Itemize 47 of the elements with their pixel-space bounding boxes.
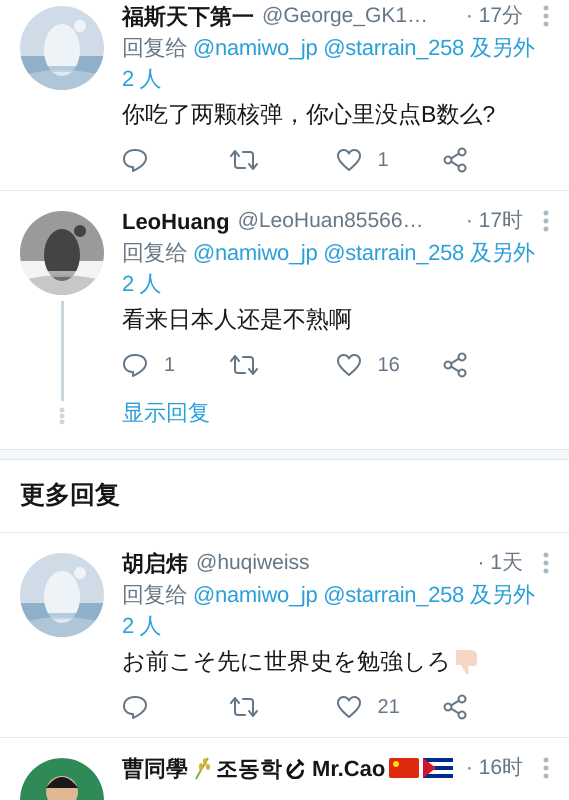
share-icon[interactable] — [442, 352, 468, 378]
flag-icon — [389, 758, 420, 778]
retweet-icon[interactable] — [228, 353, 259, 377]
post-time: · 17时 — [464, 208, 523, 234]
heart-icon[interactable] — [336, 353, 362, 377]
section-title: 更多回复 — [20, 480, 120, 512]
mention-link[interactable]: @starrain_258 — [323, 582, 470, 607]
heart-icon[interactable] — [336, 695, 362, 719]
post-time: · 16时 — [464, 755, 523, 782]
share-icon[interactable] — [442, 694, 468, 720]
user-handle: @LeoHuan85566… — [238, 208, 424, 234]
user-handle: @huqiweiss — [196, 550, 310, 576]
like-count: 16 — [378, 353, 400, 378]
retweet-icon[interactable] — [228, 695, 259, 719]
user-name: 조동학 — [216, 754, 282, 782]
heart-icon[interactable] — [336, 148, 362, 172]
share-icon[interactable] — [442, 147, 468, 173]
reply-icon[interactable] — [122, 352, 148, 378]
mention-link[interactable]: @namiwo_jp — [192, 582, 324, 607]
user-name: Mr.Cao — [312, 754, 386, 782]
tweet-text: 你吃了两颗核弹，你心里没点B数么? — [122, 100, 496, 129]
reply-context: 回复给 @namiwo_jp @starrain_258 及另外 2 人 — [122, 239, 536, 298]
post-time: · 1天 — [476, 550, 523, 576]
reply-icon[interactable] — [122, 147, 148, 173]
user-name: 胡启炜 — [122, 550, 188, 578]
mention-link[interactable]: @starrain_258 — [323, 35, 470, 60]
reply-icon[interactable] — [122, 694, 148, 720]
like-count: 21 — [378, 695, 400, 720]
reply-count: 1 — [164, 353, 176, 378]
user-name: 福斯天下第一 — [122, 2, 254, 30]
mention-link[interactable]: @starrain_258 — [323, 240, 470, 265]
mention-link[interactable]: @namiwo_jp — [192, 240, 324, 265]
user-handle: @George_GK1… — [262, 3, 428, 30]
flag-icon — [423, 758, 454, 778]
tweet-text: 看来日本人还是不熟啊 — [122, 305, 352, 334]
mention-link[interactable]: @namiwo_jp — [192, 35, 324, 60]
thread-dots-icon — [59, 407, 65, 425]
like-count: 1 — [378, 148, 389, 173]
user-name: 曹同學 — [122, 754, 188, 782]
user-name: LeoHuang — [122, 208, 230, 236]
reply-context: 回复给 @namiwo_jp @starrain_258 及另外 2 人 — [122, 581, 536, 640]
reply-context: 回复给 @namiwo_jp @starrain_258 及另外 2 人 — [122, 34, 536, 93]
retweet-icon[interactable] — [228, 148, 259, 172]
post-time: · 17分 — [464, 3, 523, 30]
show-replies-link[interactable]: 显示回复 — [122, 397, 210, 429]
thumbs-down-icon — [453, 647, 479, 675]
tweet-text: お前こそ先に世界史を勉強しろ — [122, 647, 451, 676]
